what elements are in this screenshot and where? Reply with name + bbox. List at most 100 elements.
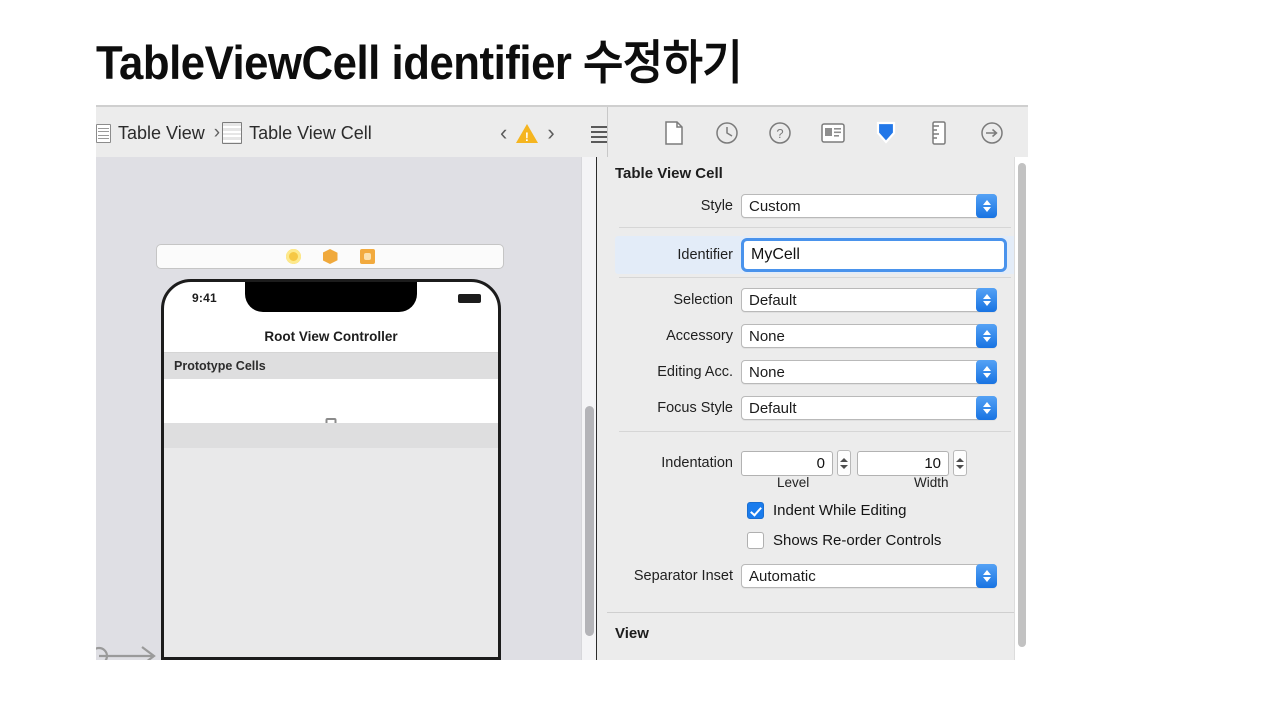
identity-inspector-tab[interactable] [820,120,846,146]
inspector-tab-bar: ? [607,107,1028,159]
label-separator-inset: Separator Inset [607,568,741,584]
breadcrumb-item-table-view[interactable]: Table View [118,123,205,144]
canvas-panel-divider[interactable] [596,157,607,660]
row-style: Style Custom [607,191,1011,221]
identifier-input[interactable]: MyCell [741,238,1007,272]
storyboard-canvas[interactable]: 9:41 Root View Controller Prototype Cell… [96,157,596,660]
label-selection: Selection [607,292,741,308]
focus-style-popup[interactable]: Default [741,396,997,420]
breadcrumb-item-table-view-cell[interactable]: Table View Cell [249,123,372,144]
label-editing-accessory: Editing Acc. [607,364,741,380]
scene-dock[interactable] [156,244,504,269]
table-view-cell-icon [222,122,242,144]
table-view-body-band [164,423,498,448]
separator-inset-popup-value: Automatic [749,568,816,585]
indentation-width-stepper[interactable] [953,450,967,476]
style-popup-value: Custom [749,198,801,215]
row-editing-accessory: Editing Acc. None [607,357,1011,387]
chevron-updown-icon [976,564,997,588]
label-accessory: Accessory [607,328,741,344]
focus-style-popup-value: Default [749,400,797,417]
xcode-screenshot: Table View › Table View Cell ‹ › [96,105,1028,660]
divider-before-view-section [607,612,1014,613]
row-selection: Selection Default [607,285,1011,315]
svg-text:?: ? [776,126,783,141]
breadcrumb-separator: › [214,122,220,144]
divider-after-identifier [619,277,1011,278]
indent-while-editing-checkbox[interactable] [747,502,764,519]
attributes-inspector-panel: Table View Cell Style Custom Identifier … [607,157,1028,660]
connections-inspector-tab[interactable] [979,120,1005,146]
storyboard-entry-point-arrow [96,644,162,660]
style-popup[interactable]: Custom [741,194,997,218]
next-issue-button[interactable]: › [547,122,554,144]
divider-after-focus-style [619,431,1011,432]
indentation-width-input[interactable]: 10 [857,451,949,476]
selection-popup[interactable]: Default [741,288,997,312]
prototype-cell[interactable] [164,379,498,424]
attributes-inspector-tab[interactable] [873,120,899,146]
quick-help-inspector-tab[interactable]: ? [767,120,793,146]
row-accessory: Accessory None [607,321,1011,351]
prototype-cells-label: Prototype Cells [174,359,266,373]
phone-preview[interactable]: 9:41 Root View Controller Prototype Cell… [161,279,501,660]
editor-toolbar-left: Table View › Table View Cell ‹ › [96,107,607,159]
row-shows-reorder-controls[interactable]: Shows Re-order Controls [747,532,941,549]
breadcrumb[interactable]: Table View › Table View Cell [96,121,379,145]
inspector-section-title: Table View Cell [615,165,723,182]
chevron-updown-icon [976,288,997,312]
canvas-scrollbar-thumb[interactable] [585,406,594,636]
page-title: TableViewCell identifier 수정하기 [96,24,742,93]
view-controller-icon[interactable] [286,249,301,264]
row-focus-style: Focus Style Default [607,393,1011,423]
prototype-cells-header: Prototype Cells [164,353,498,379]
table-view-body [164,423,498,657]
indentation-level-input[interactable]: 0 [741,451,833,476]
chevron-updown-icon [976,360,997,384]
label-identifier: Identifier [615,247,741,263]
label-indentation: Indentation [607,455,741,471]
battery-icon [458,294,481,303]
phone-notch [245,282,417,312]
file-inspector-tab[interactable] [661,120,687,146]
shows-reorder-controls-checkbox[interactable] [747,532,764,549]
label-focus-style: Focus Style [607,400,741,416]
row-indent-while-editing[interactable]: Indent While Editing [747,502,906,519]
shows-reorder-controls-label: Shows Re-order Controls [773,532,941,549]
navigation-bar-title: Root View Controller [164,329,498,344]
indentation-level-stepper[interactable] [837,450,851,476]
row-separator-inset: Separator Inset Automatic [607,561,1011,591]
table-view-icon [96,124,111,143]
accessory-popup[interactable]: None [741,324,997,348]
row-identifier: Identifier MyCell [615,236,1018,274]
accessory-popup-value: None [749,328,785,345]
identifier-input-value: MyCell [751,246,800,264]
issue-navigation-group: ‹ › [500,122,555,144]
divider-after-style [619,227,1011,228]
editor-toolbar: Table View › Table View Cell ‹ › [96,105,1028,157]
inspector-scrollbar-thumb[interactable] [1018,163,1026,647]
slide-root: TableViewCell identifier 수정하기 Table View… [0,0,1280,720]
separator-inset-popup[interactable]: Automatic [741,564,997,588]
indentation-level-group: 0 [741,450,851,476]
warning-icon[interactable] [516,124,538,143]
exit-icon[interactable] [360,249,375,264]
editor-body: 9:41 Root View Controller Prototype Cell… [96,157,1028,660]
caption-level: Level [777,475,809,490]
indentation-width-group: 10 [857,450,967,476]
size-inspector-tab[interactable] [926,120,952,146]
previous-issue-button[interactable]: ‹ [500,122,507,144]
history-inspector-tab[interactable] [714,120,740,146]
chevron-updown-icon [976,324,997,348]
first-responder-icon[interactable] [323,249,338,264]
selection-popup-value: Default [749,292,797,309]
inspector-scrollbar[interactable] [1014,157,1028,660]
editing-accessory-popup[interactable]: None [741,360,997,384]
editing-accessory-popup-value: None [749,364,785,381]
view-section-title: View [615,625,649,642]
chevron-updown-icon [976,194,997,218]
status-bar-time: 9:41 [192,291,217,305]
label-style: Style [607,198,741,214]
caption-width: Width [914,475,949,490]
canvas-scrollbar[interactable] [581,157,596,660]
